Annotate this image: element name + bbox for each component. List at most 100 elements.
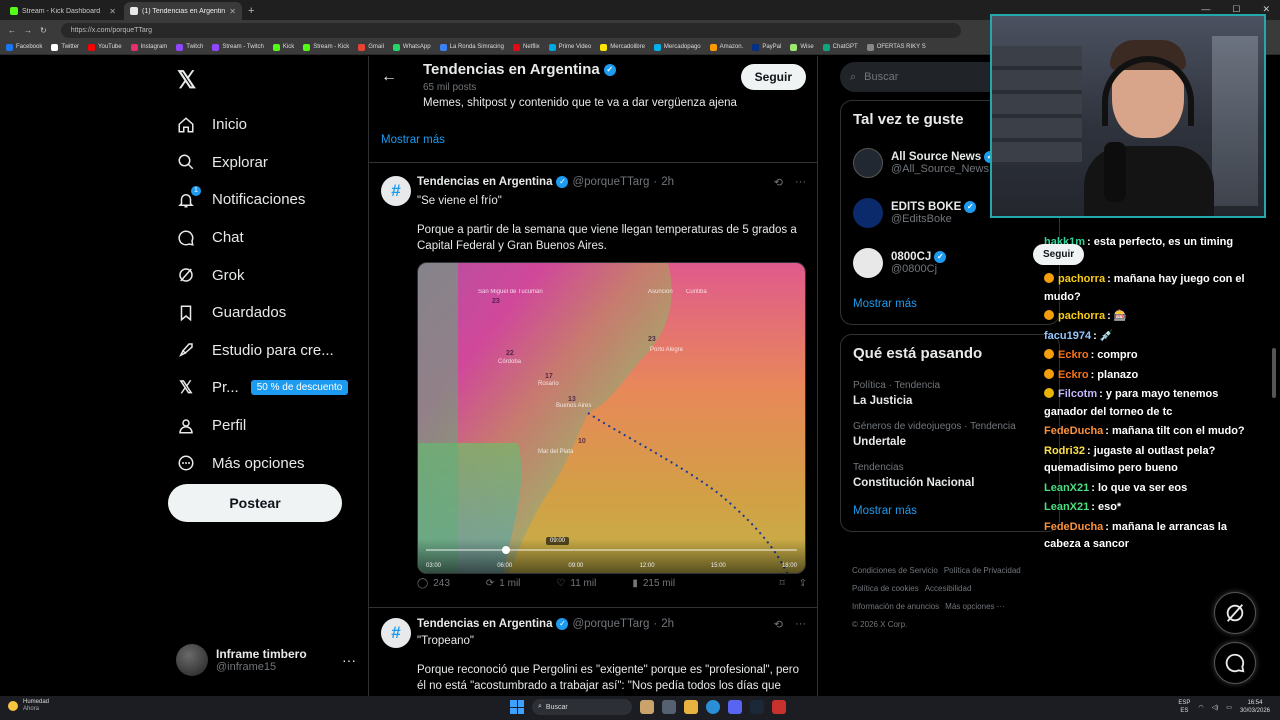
bookmark-item[interactable]: Stream - Twitch xyxy=(212,43,264,51)
grok-fab-button[interactable] xyxy=(1214,592,1256,634)
show-more-link[interactable]: Mostrar más xyxy=(381,134,445,146)
url-input[interactable]: https://x.com/porqueTTarg xyxy=(60,22,961,38)
sidebar-item-guardados[interactable]: Guardados xyxy=(176,294,348,332)
footer-link[interactable]: Política de cookies xyxy=(852,584,919,593)
browser-tab[interactable]: Stream - Kick Dashboard ✕ xyxy=(4,2,122,20)
obs-icon[interactable] xyxy=(772,700,786,714)
trend-item[interactable]: Géneros de videojuegos · Tendencia Under… xyxy=(841,413,1059,454)
tweet-video[interactable]: San Miguel de Tucumán Córdoba Rosario Bu… xyxy=(417,262,806,574)
share-icon[interactable]: ⇪ xyxy=(799,578,807,589)
bookmark-item[interactable]: ChatGPT xyxy=(822,43,858,51)
follow-button[interactable]: Seguir xyxy=(740,64,806,90)
more-dots-icon[interactable]: ··· xyxy=(795,618,806,631)
bookmark-item[interactable]: Prime Video xyxy=(548,43,591,51)
widgets-icon[interactable] xyxy=(640,700,654,714)
tweet-time[interactable]: 2h xyxy=(661,176,674,188)
reload-icon[interactable]: ↻ xyxy=(40,26,47,35)
reply-button[interactable]: ◯ 243 xyxy=(417,578,450,589)
video-scrubber-handle[interactable] xyxy=(502,546,510,554)
video-progress-track[interactable] xyxy=(426,549,797,551)
bookmark-item[interactable]: YouTube xyxy=(88,43,122,51)
tweet[interactable]: # Tendencias en Argentina ✓ @porqueTTarg… xyxy=(369,176,818,616)
account-switcher[interactable]: Inframe timbero @inframe15 ··· xyxy=(176,644,356,676)
taskbar-search[interactable]: ⌕ Buscar xyxy=(532,699,632,715)
tweet[interactable]: # Tendencias en Argentina ✓ @porqueTTarg… xyxy=(369,618,818,696)
tweet-avatar[interactable]: # xyxy=(381,176,411,206)
discord-icon[interactable] xyxy=(728,700,742,714)
tweet-author-handle[interactable]: @porqueTTarg xyxy=(572,176,649,188)
bookmark-item[interactable]: Twitch xyxy=(176,43,203,51)
trend-item[interactable]: Política · Tendencia La Justicia xyxy=(841,372,1059,413)
bookmark-item[interactable]: Mercadopago xyxy=(653,43,701,51)
bookmark-item[interactable]: La Ronda Simracing xyxy=(439,43,504,51)
windows-start-icon[interactable] xyxy=(510,700,524,714)
sidebar-item-estudio[interactable]: Estudio para cre... xyxy=(176,332,348,370)
views-button[interactable]: ▮ 215 mil xyxy=(632,578,675,589)
back-arrow-icon[interactable]: ← xyxy=(8,26,16,35)
show-more-link[interactable]: Mostrar más xyxy=(841,288,1059,324)
repost-button[interactable]: ⟳ 1 mil xyxy=(486,578,521,589)
more-dots-icon[interactable]: ··· xyxy=(342,652,356,668)
wifi-icon[interactable]: ◠ xyxy=(1198,704,1203,711)
page-scrollbar[interactable] xyxy=(1272,116,1276,696)
language-indicator[interactable]: ESP ES xyxy=(1178,699,1190,715)
grok-icon[interactable]: ⟲ xyxy=(774,618,783,631)
post-button[interactable]: Postear xyxy=(168,484,342,522)
battery-icon[interactable]: ▭ xyxy=(1226,704,1232,711)
volume-icon[interactable]: ◁) xyxy=(1212,704,1219,711)
tweet-author-name[interactable]: Tendencias en Argentina xyxy=(417,618,552,630)
more-dots-icon[interactable]: ··· xyxy=(795,176,806,189)
bookmark-item[interactable]: Amazon. xyxy=(709,43,743,51)
bookmark-item[interactable]: Stream - Kick xyxy=(303,43,349,51)
new-tab-icon[interactable]: + xyxy=(248,2,254,20)
show-more-link[interactable]: Mostrar más xyxy=(841,495,1059,531)
bookmark-item[interactable]: Instagram xyxy=(130,43,167,51)
tweet-author-name[interactable]: Tendencias en Argentina xyxy=(417,176,552,188)
tweet-time[interactable]: 2h xyxy=(661,618,674,630)
bookmark-item[interactable]: Gmail xyxy=(358,43,384,51)
chat-fab-button[interactable] xyxy=(1214,642,1256,684)
tweet-author-handle[interactable]: @porqueTTarg xyxy=(572,618,649,630)
bookmark-item[interactable]: Wise xyxy=(790,43,814,51)
file-explorer-icon[interactable] xyxy=(684,700,698,714)
system-clock[interactable]: 16:54 30/03/2026 xyxy=(1240,699,1270,715)
close-tab-icon[interactable]: ✕ xyxy=(229,7,236,16)
weather-widget[interactable]: Humedad Ahora xyxy=(8,699,49,713)
back-arrow-icon[interactable]: ← xyxy=(381,68,397,86)
bookmark-item[interactable]: OFERTAS RIKY S xyxy=(866,43,926,51)
sidebar-item-chat[interactable]: Chat xyxy=(176,219,348,257)
suggestion-item[interactable]: 0800CJ ✓ @0800Cj xyxy=(841,238,1059,288)
bookmark-item[interactable]: PayPal xyxy=(752,43,781,51)
bookmark-item[interactable]: Twitter xyxy=(51,43,79,51)
sidebar-item-notificaciones[interactable]: 1 Notificaciones xyxy=(176,181,348,219)
footer-link[interactable]: Más opciones ··· xyxy=(945,602,1005,611)
footer-link[interactable]: Condiciones de Servicio xyxy=(852,566,938,575)
trend-item[interactable]: Tendencias Constitución Nacional xyxy=(841,454,1059,495)
footer-link[interactable]: Política de Privacidad xyxy=(944,566,1021,575)
browser-tab-active[interactable]: (1) Tendencias en Argentina (@porq ✕ xyxy=(124,2,242,20)
sidebar-item-premium[interactable]: 𝕏 Pr... 50 % de descuento xyxy=(176,369,349,407)
like-button[interactable]: ♡ 11 mil xyxy=(556,578,596,589)
bookmark-item[interactable]: Kick xyxy=(272,43,294,51)
bookmark-item[interactable]: Netflix xyxy=(512,43,540,51)
sidebar-item-perfil[interactable]: Perfil xyxy=(176,407,348,445)
forward-arrow-icon[interactable]: → xyxy=(24,26,32,35)
grok-icon[interactable]: ⟲ xyxy=(774,176,783,189)
follow-button[interactable]: Seguir xyxy=(1033,244,1085,265)
bookmark-icon[interactable]: ⌑ xyxy=(779,578,784,589)
tweet-avatar[interactable]: # xyxy=(381,618,411,648)
edge-icon[interactable] xyxy=(706,700,720,714)
x-logo-icon[interactable]: 𝕏 xyxy=(177,66,196,95)
bookmark-item[interactable]: Facebook xyxy=(6,43,42,51)
footer-link[interactable]: Accesibilidad xyxy=(925,584,972,593)
sidebar-item-explorar[interactable]: Explorar xyxy=(176,144,348,182)
bookmark-item[interactable]: Mercadolibre xyxy=(600,43,645,51)
task-view-icon[interactable] xyxy=(662,700,676,714)
steam-icon[interactable] xyxy=(750,700,764,714)
scrollbar-thumb[interactable] xyxy=(1272,348,1276,398)
sidebar-item-grok[interactable]: Grok xyxy=(176,256,348,294)
close-tab-icon[interactable]: ✕ xyxy=(109,7,116,16)
sidebar-item-mas-opciones[interactable]: Más opciones xyxy=(176,444,348,482)
sidebar-item-inicio[interactable]: Inicio xyxy=(176,106,348,144)
bookmark-item[interactable]: WhatsApp xyxy=(392,43,431,51)
